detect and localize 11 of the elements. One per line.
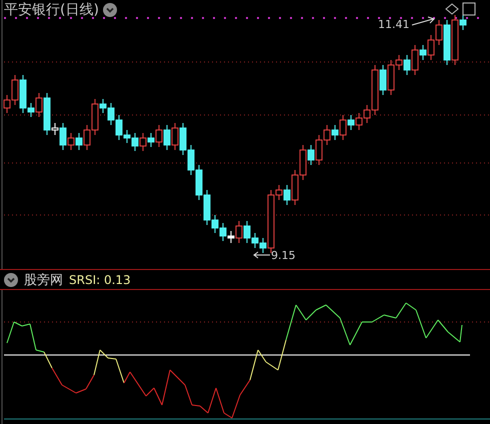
arrow-icon: [412, 16, 435, 26]
dropdown-icon[interactable]: [102, 3, 117, 17]
indicator-reading: SRSI: 0.13: [69, 272, 131, 286]
dropdown-icon[interactable]: [4, 272, 18, 286]
high-price-label: 11.41: [378, 18, 410, 31]
window-icon[interactable]: [462, 2, 476, 16]
indicator-name: 股旁网: [24, 272, 63, 288]
expand-icon[interactable]: [445, 3, 459, 15]
arrow-icon: [253, 252, 270, 258]
low-price-label: 9.15: [271, 249, 296, 262]
chart-title: 平安银行(日线): [4, 1, 99, 19]
